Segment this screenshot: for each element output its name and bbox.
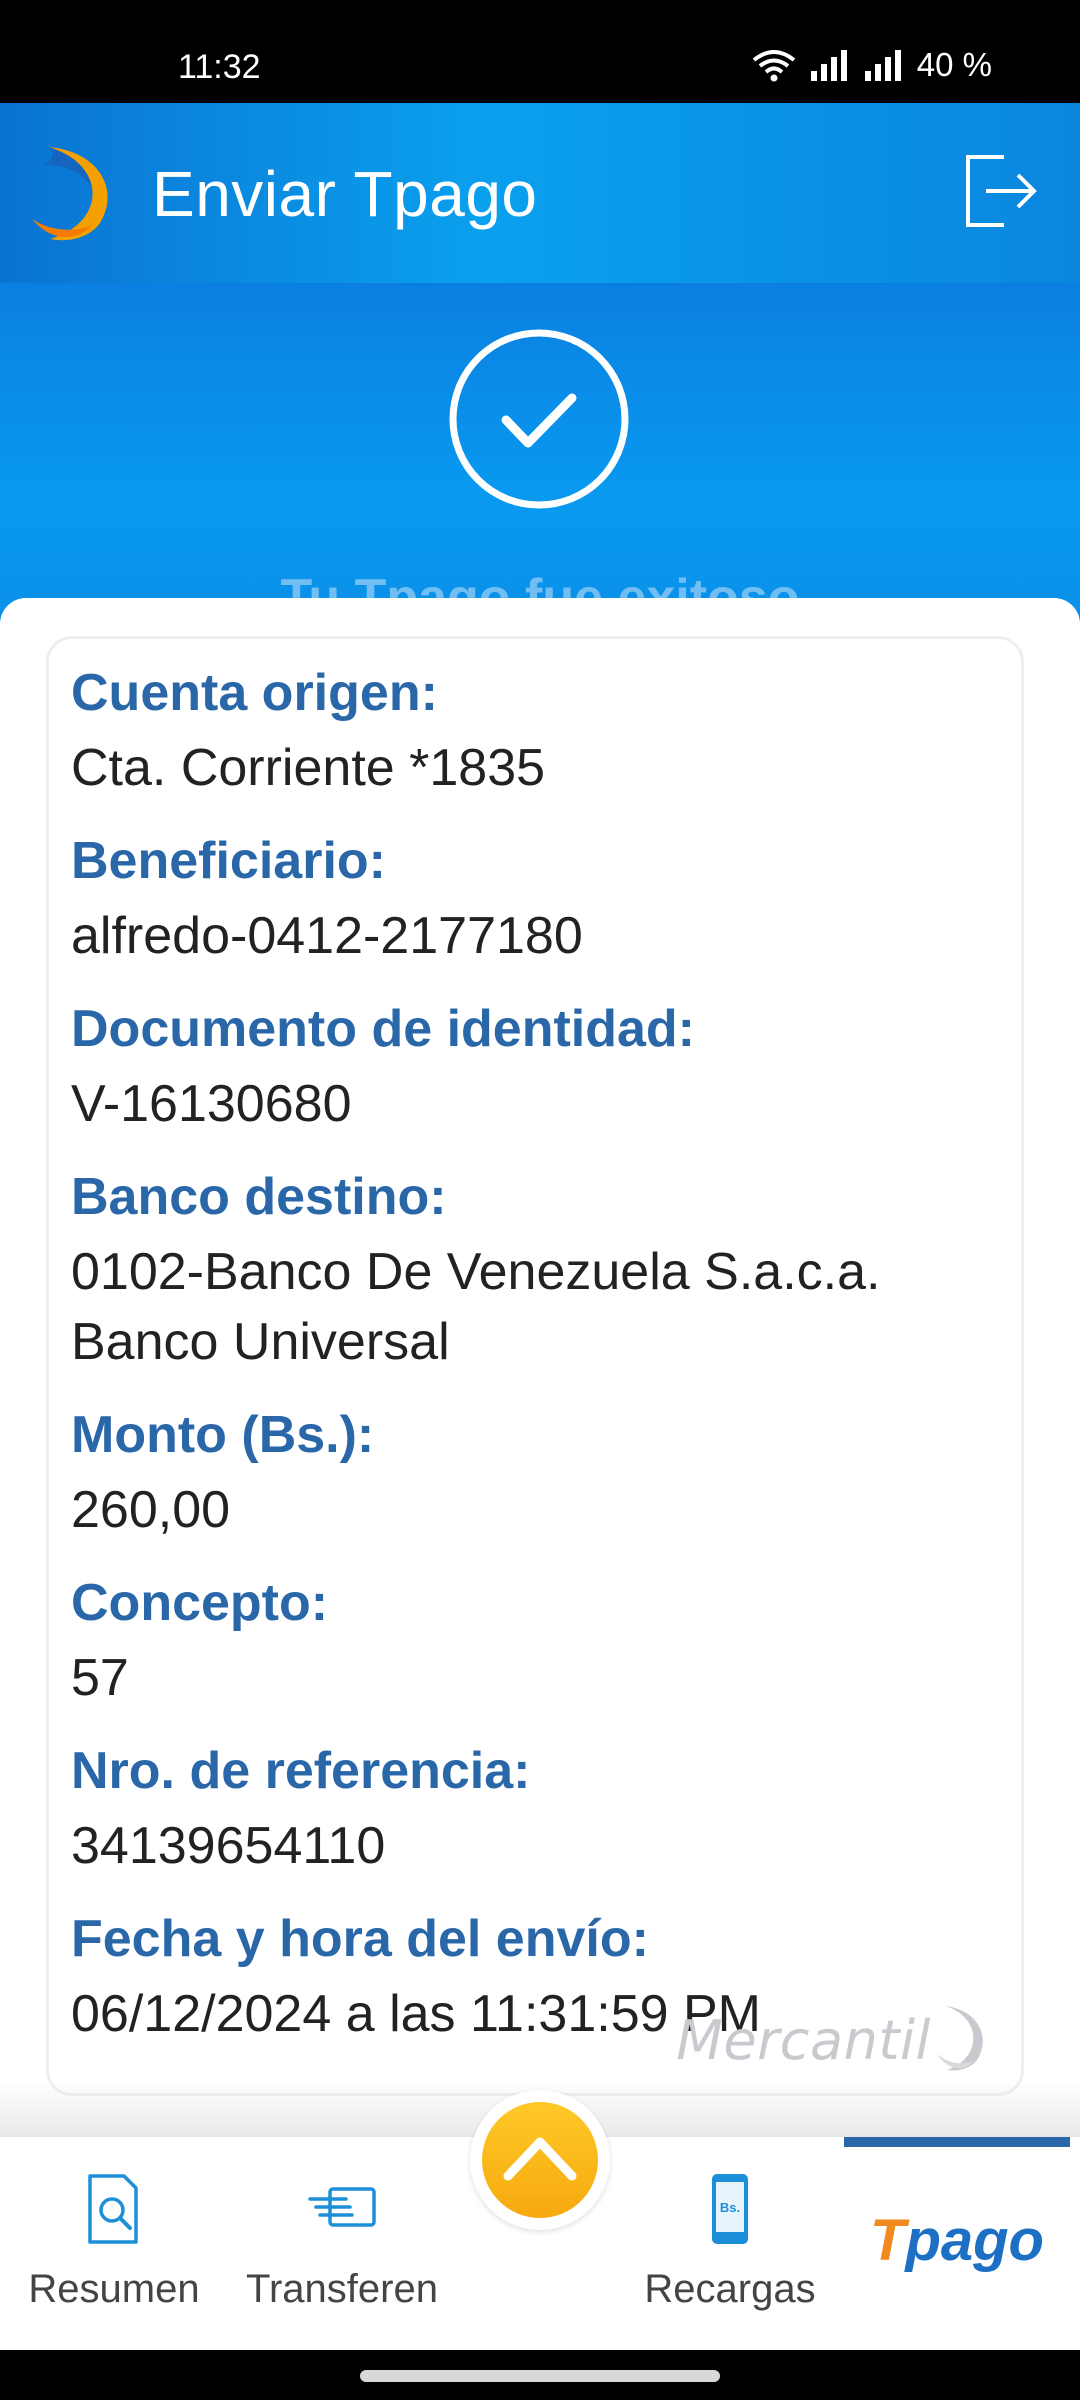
detail-documento: Documento de identidad: V-16130680	[49, 989, 1021, 1139]
nav-label: Resumen	[28, 2267, 200, 2311]
signal-icon-2	[863, 49, 905, 81]
detail-monto: Monto (Bs.): 260,00	[49, 1395, 1021, 1545]
detail-referencia: Nro. de referencia: 34139654110	[49, 1731, 1021, 1881]
success-hero: Tu Tpago fue exitoso	[0, 283, 1080, 643]
detail-value: Cta. Corriente *1835	[71, 739, 546, 797]
search-document-icon	[84, 2172, 144, 2251]
tpago-logo: Tpago	[844, 2207, 1070, 2274]
detail-label: Banco destino:	[71, 1168, 447, 1226]
detail-value: V-16130680	[71, 1075, 352, 1133]
status-indicators: 40 %	[751, 46, 992, 84]
mercantil-swoosh-icon	[935, 2002, 991, 2079]
expand-fab-button[interactable]	[470, 2090, 610, 2230]
mercantil-brand: Mercantil	[676, 2002, 991, 2079]
nav-item-resumen[interactable]: Resumen	[0, 2137, 228, 2352]
wifi-icon	[751, 48, 797, 82]
nav-item-transferencias[interactable]: Transferen	[228, 2137, 456, 2352]
detail-label: Concepto:	[71, 1574, 329, 1632]
detail-value: 260,00	[71, 1481, 231, 1539]
detail-beneficiario: Beneficiario: alfredo-0412-2177180	[49, 821, 1021, 971]
logout-icon[interactable]	[960, 151, 1040, 231]
detail-value: 0102-Banco De Venezuela S.a.c.a. Banco U…	[71, 1243, 881, 1371]
recargas-badge-text: Bs.	[720, 2200, 740, 2215]
detail-label: Documento de identidad:	[71, 1000, 695, 1058]
nav-label: Transferen	[246, 2267, 438, 2311]
nav-active-indicator	[844, 2137, 1070, 2147]
app-header: Enviar Tpago	[0, 103, 1080, 283]
transaction-details-card: Cuenta origen: Cta. Corriente *1835 Bene…	[46, 636, 1024, 2096]
detail-label: Beneficiario:	[71, 832, 386, 890]
battery-text: 40 %	[916, 46, 992, 83]
detail-value: alfredo-0412-2177180	[71, 907, 583, 965]
nav-item-recargas[interactable]: Bs. Recargas	[616, 2137, 844, 2352]
tpago-logo-rest: pago	[905, 2208, 1044, 2273]
status-time: 11:32	[178, 48, 261, 86]
tpago-logo-t: T	[870, 2208, 906, 2273]
chevron-up-icon	[500, 2130, 580, 2191]
detail-label: Monto (Bs.):	[71, 1406, 375, 1464]
system-gesture-area	[0, 2350, 1080, 2400]
transfer-icon	[306, 2185, 378, 2234]
home-gesture-bar[interactable]	[360, 2370, 720, 2382]
detail-cuenta-origen: Cuenta origen: Cta. Corriente *1835	[49, 653, 1021, 803]
detail-value: 57	[71, 1649, 129, 1707]
detail-label: Cuenta origen:	[71, 664, 438, 722]
detail-label: Fecha y hora del envío:	[71, 1910, 649, 1968]
nav-item-tpago[interactable]: Tpago	[844, 2137, 1070, 2352]
nav-label: Recargas	[644, 2267, 816, 2311]
page-title: Enviar Tpago	[152, 158, 538, 230]
detail-banco-destino: Banco destino: 0102-Banco De Venezuela S…	[49, 1157, 1021, 1377]
detail-concepto: Concepto: 57	[49, 1563, 1021, 1713]
status-bar: 11:32 40 %	[0, 0, 1080, 103]
detail-label: Nro. de referencia:	[71, 1742, 531, 1800]
phone-bs-icon: Bs.	[708, 2172, 752, 2251]
mercantil-logo-icon	[30, 141, 126, 245]
signal-icon	[809, 49, 851, 81]
details-sheet: Cuenta origen: Cta. Corriente *1835 Bene…	[0, 598, 1080, 2138]
fab-circle	[482, 2102, 598, 2218]
check-circle-icon	[448, 328, 630, 510]
detail-value: 34139654110	[71, 1817, 386, 1875]
mercantil-wordmark: Mercantil	[676, 2009, 931, 2072]
